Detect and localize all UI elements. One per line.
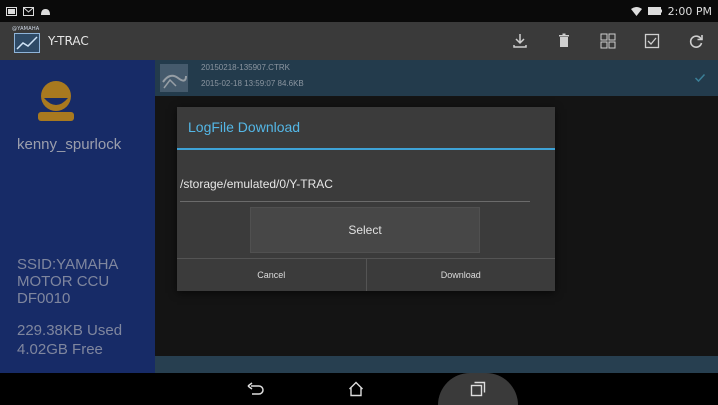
refresh-icon (689, 35, 703, 48)
download-confirm-button[interactable]: Download (365, 259, 556, 291)
select-button[interactable]: Select (250, 207, 480, 253)
mail-icon (23, 6, 34, 16)
recents-icon (470, 381, 486, 397)
dialog-divider (177, 148, 555, 150)
app-bar: @YAMAHA Y-TRAC (0, 22, 718, 60)
logo-chart-icon (14, 33, 40, 53)
avatar-icon (38, 81, 74, 121)
path-input[interactable] (180, 166, 530, 202)
grid-view-button[interactable] (586, 22, 630, 60)
battery-icon (647, 7, 662, 15)
trash-icon (559, 33, 569, 47)
sidebar: kenny_spurlock SSID:YAMAHA MOTOR CCU DF0… (0, 60, 155, 373)
file-list-item[interactable]: 20150218-135907.CTRK 2015-02-18 13:59:07… (155, 60, 718, 96)
android-icon (41, 8, 50, 15)
select-all-button[interactable] (630, 22, 674, 60)
storage-free: 4.02GB Free (17, 341, 103, 358)
ssid-label: SSID:YAMAHA MOTOR CCU DF0010 (17, 256, 118, 307)
back-icon (247, 382, 264, 395)
app-logo: @YAMAHA (12, 26, 52, 56)
file-name: 20150218-135907.CTRK (201, 63, 290, 72)
checkbox-icon (644, 33, 660, 49)
file-meta: 2015-02-18 13:59:07 84.6KB (201, 79, 304, 88)
logfile-download-dialog: LogFile Download Select Cancel Download (177, 107, 555, 291)
dialog-title: LogFile Download (188, 119, 301, 135)
screen-icon (6, 6, 17, 16)
download-icon (513, 34, 527, 48)
storage-used: 229.38KB Used (17, 322, 123, 339)
download-button[interactable] (498, 22, 542, 60)
check-icon[interactable] (694, 72, 706, 84)
delete-button[interactable] (542, 22, 586, 60)
list-footer-strip (155, 356, 718, 373)
app-title: Y-TRAC (48, 34, 89, 48)
status-time: 2:00 PM (667, 4, 712, 18)
home-button[interactable] (338, 376, 374, 402)
status-bar: 2:00 PM (0, 0, 718, 22)
refresh-button[interactable] (674, 22, 718, 60)
home-icon (349, 381, 363, 397)
brand-label: @YAMAHA (12, 26, 40, 32)
cancel-button[interactable]: Cancel (177, 259, 366, 291)
file-thumbnail-icon (160, 64, 188, 92)
username: kenny_spurlock (17, 136, 122, 153)
back-button[interactable] (238, 376, 274, 402)
recents-button[interactable] (460, 376, 496, 402)
wifi-icon (630, 6, 642, 16)
grid-icon (600, 33, 616, 49)
